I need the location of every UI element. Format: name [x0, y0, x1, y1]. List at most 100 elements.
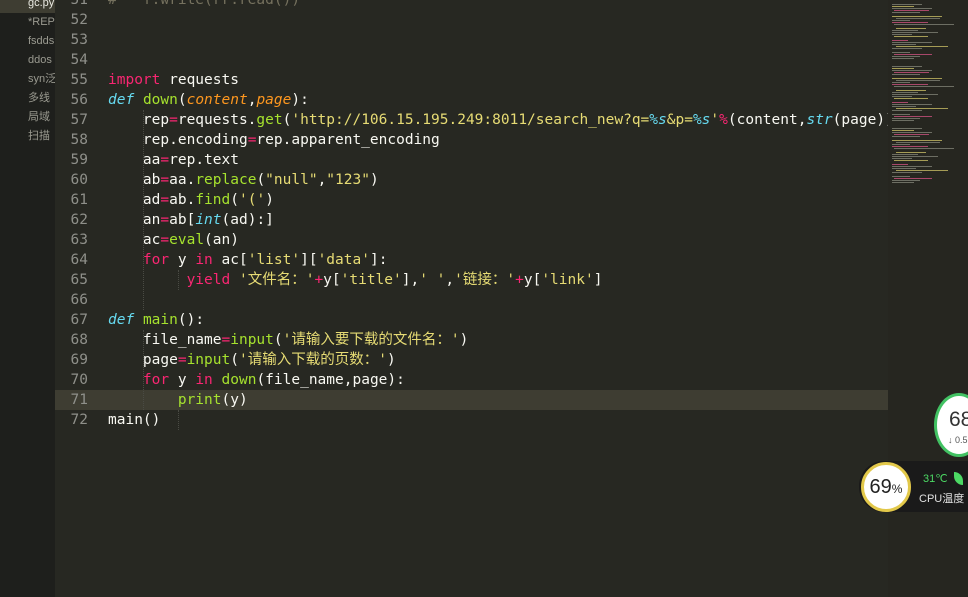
- code-token: (ad):]: [221, 212, 274, 228]
- code-line[interactable]: 53: [55, 30, 888, 50]
- minimap-line: [892, 168, 916, 169]
- code-token: (: [230, 192, 239, 208]
- minimap-line: [892, 30, 918, 31]
- minimap-line: [896, 108, 948, 109]
- minimap-line: [892, 16, 942, 17]
- code-text: ac=eval(an): [108, 230, 239, 250]
- line-number: 69: [70, 352, 88, 368]
- cpu-monitor-widget[interactable]: 69% 31℃ CPU温度: [859, 461, 968, 512]
- code-text: rep=requests.get('http://106.15.195.249:…: [108, 110, 888, 130]
- open-files-sidebar: gc.py*REPLfsddsddossyn泛多线局域扫描: [0, 0, 55, 597]
- code-token: (content,: [727, 112, 807, 128]
- code-token: input: [186, 352, 231, 368]
- code-token: for: [142, 252, 170, 268]
- code-text: for y in down(file_name,page):: [108, 370, 405, 390]
- minimap-line: [894, 86, 954, 87]
- minimap-line: [894, 10, 929, 11]
- code-token: ab.: [169, 192, 196, 208]
- code-token: ][: [300, 252, 318, 268]
- line-number: 55: [70, 72, 88, 88]
- line-number: 72: [70, 412, 88, 428]
- minimap-line: [896, 90, 926, 91]
- minimap-line: [892, 94, 938, 95]
- code-line[interactable]: 61 ad=ab.find('('): [55, 190, 888, 210]
- minimap-line: [892, 106, 916, 107]
- code-token: an: [108, 212, 161, 228]
- code-line[interactable]: 67 def main():: [55, 310, 888, 330]
- code-line[interactable]: 56 def down(content,page):: [55, 90, 888, 110]
- code-token: (an): [204, 232, 239, 248]
- minimap-line: [894, 178, 932, 179]
- code-token: content: [186, 92, 248, 108]
- sidebar-file-item[interactable]: 局域: [0, 108, 55, 127]
- code-token: rep.apparent_encoding: [256, 132, 440, 148]
- code-line[interactable]: 62 an=ab[int(ad):]: [55, 210, 888, 230]
- code-token: '文件名：': [238, 272, 315, 288]
- minimap-line: [892, 12, 920, 13]
- sidebar-file-item[interactable]: 多线: [0, 89, 55, 108]
- sidebar-file-item[interactable]: 扫描: [0, 127, 55, 146]
- code-line[interactable]: 70 for y in down(file_name,page):: [55, 370, 888, 390]
- minimap-line: [894, 54, 932, 55]
- code-line[interactable]: 64 for y in ac['list']['data']:: [55, 250, 888, 270]
- code-line[interactable]: 51 # f.write(rr.read()): [55, 0, 888, 10]
- code-line[interactable]: 59 aa=rep.text: [55, 150, 888, 170]
- code-line[interactable]: 60 ab=aa.replace("null","123"): [55, 170, 888, 190]
- minimap-line: [896, 170, 948, 171]
- sidebar-file-item[interactable]: fsdds: [0, 32, 55, 51]
- minimap-line: [894, 36, 928, 37]
- code-line[interactable]: 52: [55, 10, 888, 30]
- code-token: replace: [195, 172, 257, 188]
- code-line[interactable]: 65 yield '文件名：'+y['title'],' ','链接：'+y['…: [55, 270, 888, 290]
- code-token: (file_name,page):: [256, 372, 405, 388]
- code-line[interactable]: 68 file_name=input('请输入要下载的文件名：'): [55, 330, 888, 350]
- code-text: an=ab[int(ad):]: [108, 210, 274, 230]
- code-token: main: [108, 412, 143, 428]
- minimap-line: [892, 20, 910, 21]
- code-token: import: [108, 72, 161, 88]
- code-line[interactable]: 63 ac=eval(an): [55, 230, 888, 250]
- minimap-line: [892, 164, 908, 165]
- sidebar-file-item[interactable]: ddos: [0, 51, 55, 70]
- minimap-line: [894, 160, 928, 161]
- code-line[interactable]: 69 page=input('请输入下载的页数：'): [55, 350, 888, 370]
- code-text: ab=aa.replace("null","123"): [108, 170, 379, 190]
- code-token: rep.encoding: [108, 132, 248, 148]
- code-token: ],: [401, 272, 420, 288]
- code-token: ' ': [419, 272, 446, 288]
- code-line[interactable]: 72 main(): [55, 410, 888, 430]
- line-number: 53: [70, 32, 88, 48]
- minimap-line: [892, 92, 918, 93]
- sidebar-file-item[interactable]: gc.py: [0, 0, 55, 13]
- code-text: yield '文件名：'+y['title'],' ','链接：'+y['lin…: [108, 270, 603, 290]
- code-editor[interactable]: 51 # f.write(rr.read()) 52 53 54 55 import req…: [55, 0, 888, 597]
- code-line[interactable]: 58 rep.encoding=rep.apparent_encoding: [55, 130, 888, 150]
- minimap-line: [892, 144, 910, 145]
- sidebar-file-item[interactable]: *REPL: [0, 13, 55, 32]
- code-token: =: [169, 112, 178, 128]
- code-token: # f.write(rr.read()): [108, 0, 301, 8]
- code-token: y[: [323, 272, 341, 288]
- code-token: file_name: [108, 332, 222, 348]
- code-token: =: [160, 232, 170, 248]
- minimap-line: [892, 84, 928, 85]
- indent-guide: [178, 270, 179, 290]
- code-text: aa=rep.text: [108, 150, 239, 170]
- code-token: ]:: [369, 252, 388, 268]
- code-token: "123": [326, 172, 370, 188]
- minimap-line: [892, 74, 920, 75]
- code-line[interactable]: 71 print(y): [55, 390, 888, 410]
- minimap-line: [892, 140, 942, 141]
- code-line[interactable]: 57 rep=requests.get('http://106.15.195.2…: [55, 110, 888, 130]
- code-line[interactable]: 55 import requests: [55, 70, 888, 90]
- code-token: (: [230, 352, 239, 368]
- code-line[interactable]: 54: [55, 50, 888, 70]
- line-number: 66: [70, 292, 88, 308]
- sidebar-file-item[interactable]: syn泛: [0, 70, 55, 89]
- code-token: y: [169, 252, 196, 268]
- code-line[interactable]: 66: [55, 290, 888, 310]
- code-token: def: [108, 312, 135, 328]
- line-number: 58: [70, 132, 88, 148]
- minimap-line: [892, 70, 932, 71]
